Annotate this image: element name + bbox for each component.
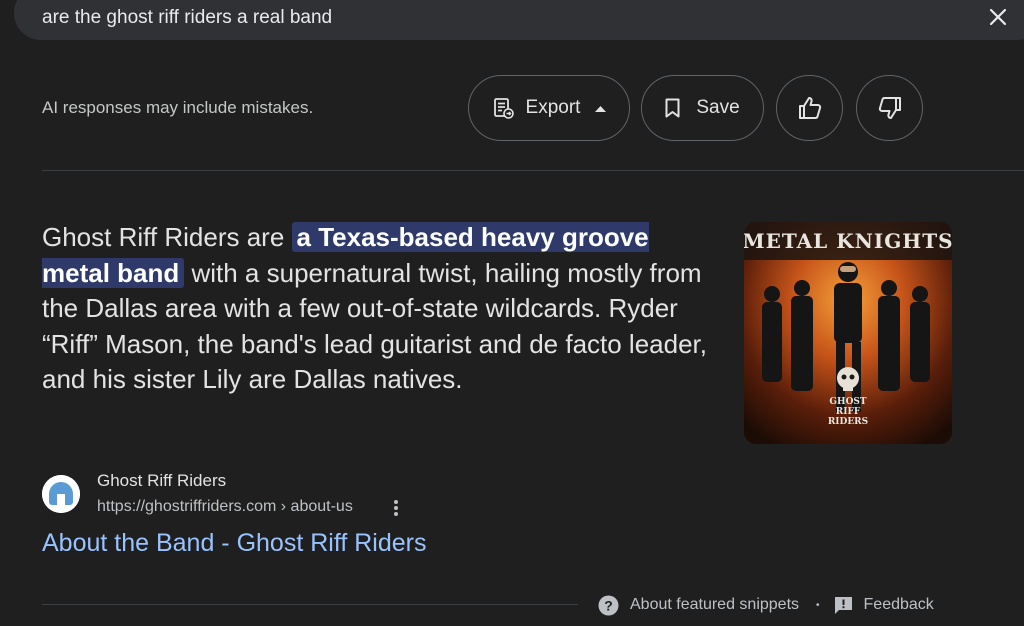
caret-up-icon: [595, 105, 607, 112]
thumbnail-logo-line3: RIDERS: [828, 417, 868, 427]
help-icon: ?: [598, 595, 619, 615]
export-icon: [492, 97, 514, 119]
thumbs-up-icon: [797, 95, 823, 121]
about-featured-snippets-link[interactable]: ? About featured snippets: [598, 595, 799, 616]
svg-text:?: ?: [604, 597, 613, 613]
search-input[interactable]: are the ghost riff riders a real band: [42, 7, 332, 29]
divider: [42, 170, 1024, 171]
thumbs-down-icon: [877, 95, 903, 121]
footer: ? About featured snippets • Feedback: [598, 594, 934, 616]
source-site-name[interactable]: Ghost Riff Riders: [97, 471, 226, 491]
bookmark-icon: [665, 98, 680, 118]
thumbs-down-button[interactable]: [856, 75, 923, 141]
feedback-icon: [834, 596, 852, 614]
more-options-icon[interactable]: [386, 497, 406, 519]
thumbnail-title: METAL KNIGHTS: [744, 229, 952, 253]
close-icon[interactable]: [988, 7, 1008, 27]
ai-answer-text: Ghost Riff Riders are a Texas-based heav…: [42, 220, 714, 398]
thumbs-up-button[interactable]: [776, 75, 843, 141]
footer-divider: [42, 604, 578, 605]
export-label: Export: [525, 97, 581, 118]
save-button[interactable]: Save: [641, 75, 764, 141]
export-button[interactable]: Export: [468, 75, 630, 141]
source-url[interactable]: https://ghostriffriders.com › about-us: [97, 498, 353, 516]
thumbnail-logo-line1: GHOST: [829, 397, 867, 407]
result-title-link[interactable]: About the Band - Ghost Riff Riders: [42, 529, 426, 558]
thumbnail-logo-line2: RIFF: [836, 407, 861, 417]
feedback-link[interactable]: Feedback: [834, 596, 934, 615]
save-label: Save: [696, 97, 740, 118]
site-favicon-icon: [42, 475, 80, 513]
band-thumbnail-image[interactable]: METAL KNIGHTS GHOST RIFF RIDERS: [744, 222, 952, 444]
about-featured-snippets-label: About featured snippets: [630, 596, 800, 613]
answer-text-before: Ghost Riff Riders are: [42, 222, 292, 252]
ai-disclaimer: AI responses may include mistakes.: [42, 98, 314, 117]
footer-separator: •: [816, 599, 820, 611]
feedback-label: Feedback: [863, 596, 934, 613]
